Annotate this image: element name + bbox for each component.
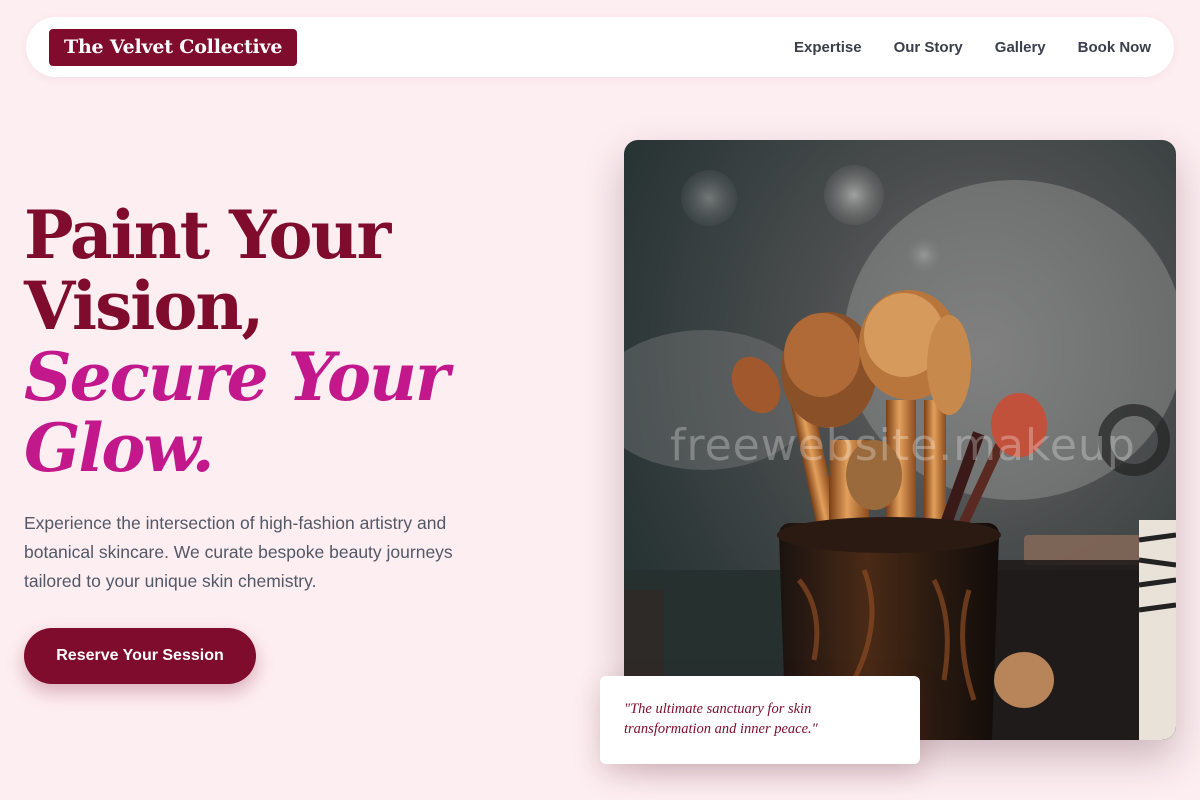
hero-title-accent-line-1: Secure Your bbox=[24, 338, 450, 416]
hero-title: Paint Your Vision, Secure Your Glow. bbox=[24, 200, 544, 484]
nav-links: Expertise Our Story Gallery Book Now bbox=[794, 39, 1151, 56]
hero-title-line-1: Paint Your bbox=[24, 196, 391, 274]
watermark-text: freewebsite.makeup bbox=[670, 420, 1136, 471]
hero-title-line-2: Vision, bbox=[24, 267, 264, 345]
testimonial-quote-text: "The ultimate sanctuary for skin transfo… bbox=[624, 701, 818, 737]
brand-logo[interactable]: The Velvet Collective bbox=[49, 28, 298, 66]
nav-link-gallery[interactable]: Gallery bbox=[995, 39, 1046, 56]
hero-image-makeup-brushes: freewebsite.makeup bbox=[624, 140, 1176, 740]
testimonial-quote-card: "The ultimate sanctuary for skin transfo… bbox=[600, 676, 920, 764]
nav-link-our-story[interactable]: Our Story bbox=[894, 39, 963, 56]
nav-link-book-now[interactable]: Book Now bbox=[1078, 39, 1151, 56]
hero-description: Experience the intersection of high-fash… bbox=[24, 513, 453, 591]
reserve-session-button[interactable]: Reserve Your Session bbox=[24, 628, 256, 684]
hero-title-accent-line-2: Glow. bbox=[24, 409, 215, 487]
nav-link-expertise[interactable]: Expertise bbox=[794, 39, 862, 56]
top-navigation: The Velvet Collective Expertise Our Stor… bbox=[26, 17, 1174, 77]
